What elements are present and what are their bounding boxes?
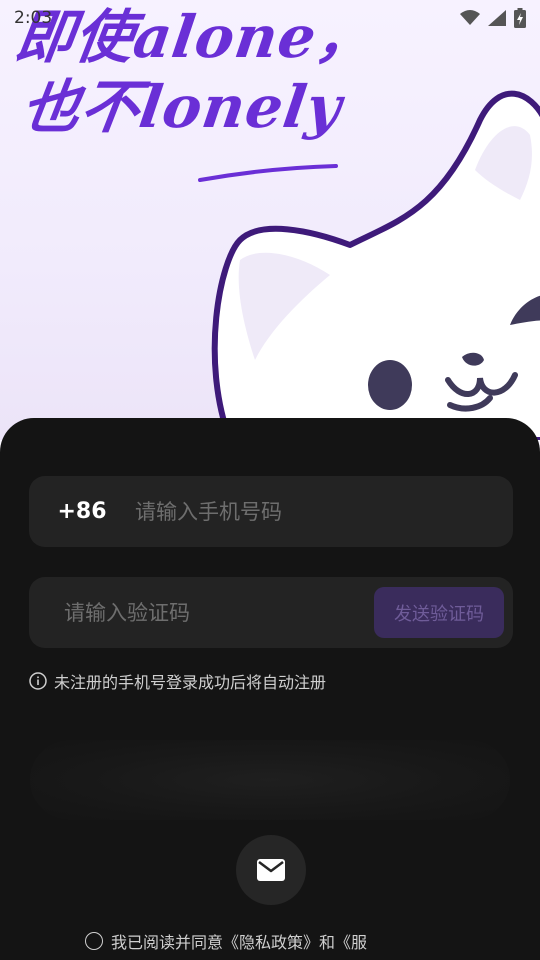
agreement-text: 我已阅读并同意《隐私政策》和《服 (111, 933, 368, 952)
wifi-icon (460, 10, 480, 25)
registration-notice: 未注册的手机号登录成功后将自动注册 (29, 669, 326, 693)
agreement-fade (400, 913, 540, 953)
signal-icon (488, 10, 506, 26)
country-code-selector[interactable]: +86 (29, 499, 135, 524)
hero-banner: 2:03 即使alone， 也不lonely (0, 0, 540, 440)
login-sheet: +86 发送验证码 未注册的手机号登录成功后将自动注册 我已阅读并同意《隐私政策… (0, 418, 540, 960)
battery-charging-icon (514, 8, 526, 28)
send-code-button[interactable]: 发送验证码 (374, 587, 504, 638)
verification-code-input[interactable] (64, 577, 374, 648)
email-login-button[interactable] (236, 835, 306, 905)
login-button-area (30, 740, 510, 820)
notice-text: 未注册的手机号登录成功后将自动注册 (54, 673, 327, 692)
agreement-radio[interactable] (85, 932, 103, 950)
phone-field[interactable]: +86 (29, 476, 513, 547)
phone-input[interactable] (135, 476, 513, 547)
status-icons (460, 8, 526, 28)
mail-icon (257, 859, 285, 881)
cat-mascot-icon (211, 90, 540, 440)
verification-code-field[interactable]: 发送验证码 (29, 577, 513, 648)
status-bar: 2:03 (0, 0, 540, 36)
status-time: 2:03 (14, 8, 53, 28)
info-icon (29, 672, 47, 690)
